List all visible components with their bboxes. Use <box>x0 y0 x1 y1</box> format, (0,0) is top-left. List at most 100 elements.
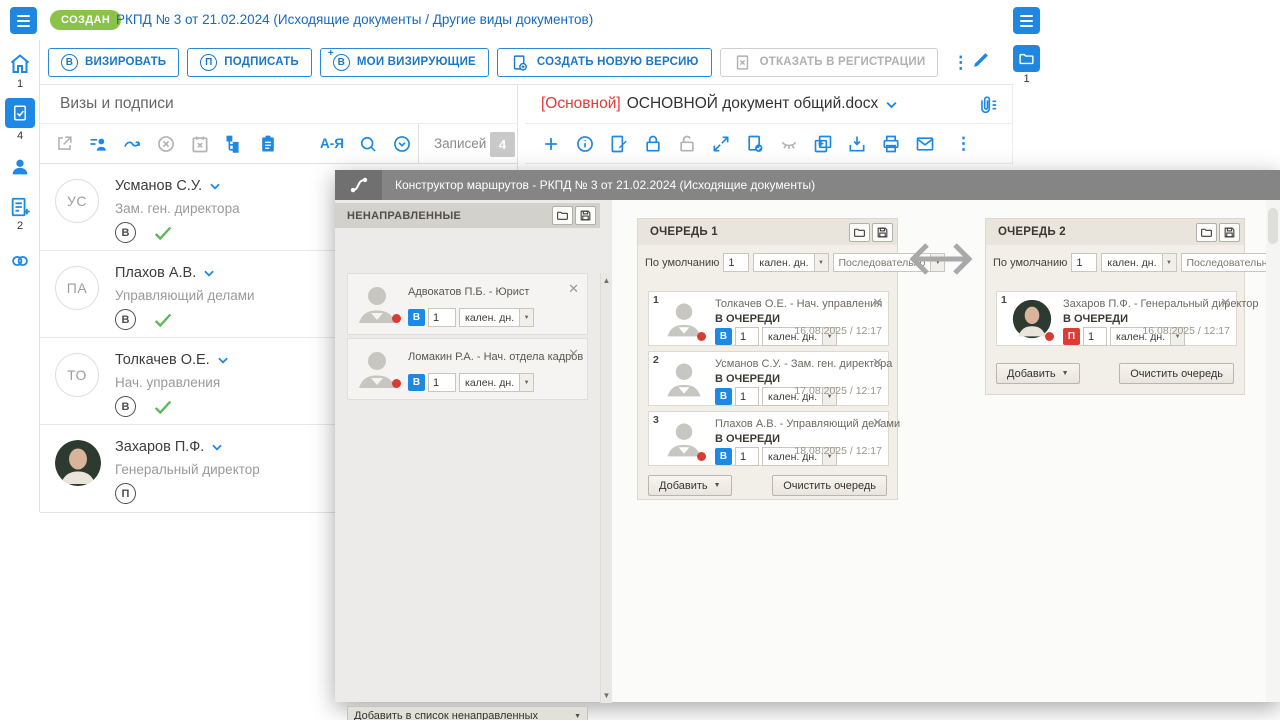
link-icon <box>9 250 31 272</box>
queue-item[interactable]: 1 Толкачев О.Е. - Нач. управления В ОЧЕР… <box>648 291 889 346</box>
default-days-input[interactable] <box>1071 253 1097 272</box>
remove-item-icon[interactable]: ✕ <box>872 356 883 369</box>
unassigned-item[interactable]: Адвокатов П.Б. - Юрист В кален. дн.▼ ✕ <box>347 273 588 335</box>
default-unit-select[interactable]: кален. дн.▼ <box>753 253 828 272</box>
load-list-button[interactable] <box>552 206 573 225</box>
check-icon <box>152 396 174 418</box>
offline-dot <box>697 332 706 341</box>
new-version-button-label: СОЗДАТЬ НОВУЮ ВЕРСИЮ <box>537 56 699 68</box>
document-edit-icon[interactable] <box>609 134 629 154</box>
document-approve-icon[interactable] <box>745 134 765 154</box>
load-queue-button[interactable] <box>849 223 870 242</box>
remove-item-icon[interactable]: ✕ <box>568 282 579 295</box>
new-version-button[interactable]: СОЗДАТЬ НОВУЮ ВЕРСИЮ <box>497 48 712 77</box>
expand-icon[interactable] <box>711 134 731 154</box>
chevron-down-icon[interactable] <box>884 97 899 112</box>
my-visas-button-label: МОИ ВИЗИРУЮЩИЕ <box>357 56 476 68</box>
search-icon[interactable] <box>358 134 378 154</box>
queue-item[interactable]: 3 Плахов А.В. - Управляющий делами В ОЧЕ… <box>648 411 889 466</box>
sidebar-item-doc-add[interactable]: 2 <box>0 196 40 232</box>
clear-queue-label: Очистить очередь <box>783 480 876 492</box>
remove-item-icon[interactable]: ✕ <box>872 296 883 309</box>
remove-item-icon[interactable]: ✕ <box>568 347 579 360</box>
chevron-down-icon[interactable] <box>210 440 224 454</box>
page-title: РКПД № 3 от 21.02.2024 (Исходящие докуме… <box>116 12 593 27</box>
sidebar-item-tasks[interactable]: 4 <box>0 98 40 142</box>
clear-queue-button[interactable]: Очистить очередь <box>1119 363 1234 384</box>
days-input[interactable] <box>735 447 759 466</box>
days-input[interactable] <box>735 387 759 406</box>
doc-more-icon[interactable]: ⋮ <box>949 135 978 152</box>
visa-button[interactable]: В ВИЗИРОВАТЬ <box>48 48 179 77</box>
attachments-icon[interactable] <box>976 94 998 121</box>
left-sidebar: 1 4 2 <box>0 40 40 512</box>
home-badge: 1 <box>0 78 40 90</box>
copy-add-icon[interactable] <box>813 134 833 154</box>
refuse-registration-button[interactable]: ОТКАЗАТЬ В РЕГИСТРАЦИИ <box>720 48 939 77</box>
save-list-button[interactable] <box>575 206 596 225</box>
offline-dot <box>392 379 401 388</box>
default-days-input[interactable] <box>723 253 749 272</box>
right-menu-icon[interactable] <box>1013 7 1040 34</box>
queue-1-title: ОЧЕРЕДЬ 1 <box>650 226 847 238</box>
days-input[interactable] <box>428 308 456 327</box>
circle-x-icon[interactable] <box>156 134 176 154</box>
chevron-circle-icon[interactable] <box>392 134 412 154</box>
sidebar-item-home[interactable]: 1 <box>0 52 40 90</box>
unit-select[interactable]: кален. дн.▼ <box>459 308 534 327</box>
open-in-new-icon[interactable] <box>54 134 74 154</box>
add-button[interactable]: Добавить ▼ <box>996 363 1080 384</box>
add-icon[interactable] <box>541 134 561 154</box>
mail-icon[interactable] <box>915 134 935 154</box>
chevron-down-icon[interactable] <box>216 353 230 367</box>
sidebar-item-links[interactable] <box>0 250 40 272</box>
days-input[interactable] <box>735 327 759 346</box>
default-unit-select[interactable]: кален. дн.▼ <box>1101 253 1176 272</box>
unassigned-scrollbar[interactable]: ▲ ▼ <box>600 273 612 703</box>
print-icon[interactable] <box>881 134 901 154</box>
add-to-unassigned-dropdown[interactable]: Добавить в список ненаправленных ▼ <box>347 706 588 720</box>
scroll-thumb[interactable] <box>1268 208 1278 244</box>
people-list-icon[interactable] <box>88 134 108 154</box>
days-input[interactable] <box>428 373 456 392</box>
remove-item-icon[interactable]: ✕ <box>1220 296 1231 309</box>
route-icon[interactable] <box>122 134 142 154</box>
chevron-down-icon[interactable] <box>208 179 222 193</box>
queue-status: В ОЧЕРЕДИ <box>1063 313 1128 325</box>
lock-icon[interactable] <box>643 134 663 154</box>
save-queue-button[interactable] <box>1219 223 1240 242</box>
modal-scrollbar[interactable] <box>1266 200 1280 702</box>
edit-pencil-icon[interactable] <box>970 49 992 76</box>
scroll-down-icon[interactable]: ▼ <box>601 691 612 700</box>
sign-button[interactable]: П ПОДПИСАТЬ <box>187 48 312 77</box>
add-button[interactable]: Добавить ▼ <box>648 475 732 496</box>
folder-button[interactable] <box>1013 45 1040 72</box>
tree-icon[interactable] <box>224 134 244 154</box>
unassigned-item[interactable]: Ломакин Р.А. - Нач. отдела кадров В кале… <box>347 338 588 400</box>
save-queue-button[interactable] <box>872 223 893 242</box>
queue-position: 3 <box>653 414 659 426</box>
document-plus-icon <box>510 52 530 72</box>
queue-item[interactable]: 1 Захаров П.Ф. - Генеральный директор В … <box>996 291 1237 346</box>
unit-select[interactable]: кален. дн.▼ <box>459 373 534 392</box>
remove-item-icon[interactable]: ✕ <box>872 416 883 429</box>
save-version-icon[interactable] <box>847 134 867 154</box>
calendar-x-icon[interactable] <box>190 134 210 154</box>
menu-icon[interactable] <box>10 7 37 34</box>
load-queue-button[interactable] <box>1196 223 1217 242</box>
info-icon[interactable] <box>575 134 595 154</box>
chevron-down-icon[interactable] <box>202 266 216 280</box>
eye-off-icon[interactable] <box>779 134 799 154</box>
clipboard-icon[interactable] <box>258 134 278 154</box>
sort-az-button[interactable]: А-Я <box>320 136 344 151</box>
days-input[interactable] <box>1083 327 1107 346</box>
clear-queue-button[interactable]: Очистить очередь <box>772 475 887 496</box>
modal-titlebar[interactable]: Конструктор маршрутов - РКПД № 3 от 21.0… <box>335 170 1280 200</box>
sidebar-item-person[interactable] <box>0 156 40 178</box>
scroll-up-icon[interactable]: ▲ <box>601 276 612 285</box>
queue-item[interactable]: 2 Усманов С.У. - Зам. ген. директора В О… <box>648 351 889 406</box>
my-visas-button[interactable]: + В МОИ ВИЗИРУЮЩИЕ <box>320 48 489 77</box>
unlock-icon[interactable] <box>677 134 697 154</box>
check-icon <box>152 309 174 331</box>
document-filename: ОСНОВНОЙ документ общий.docx <box>627 95 879 113</box>
